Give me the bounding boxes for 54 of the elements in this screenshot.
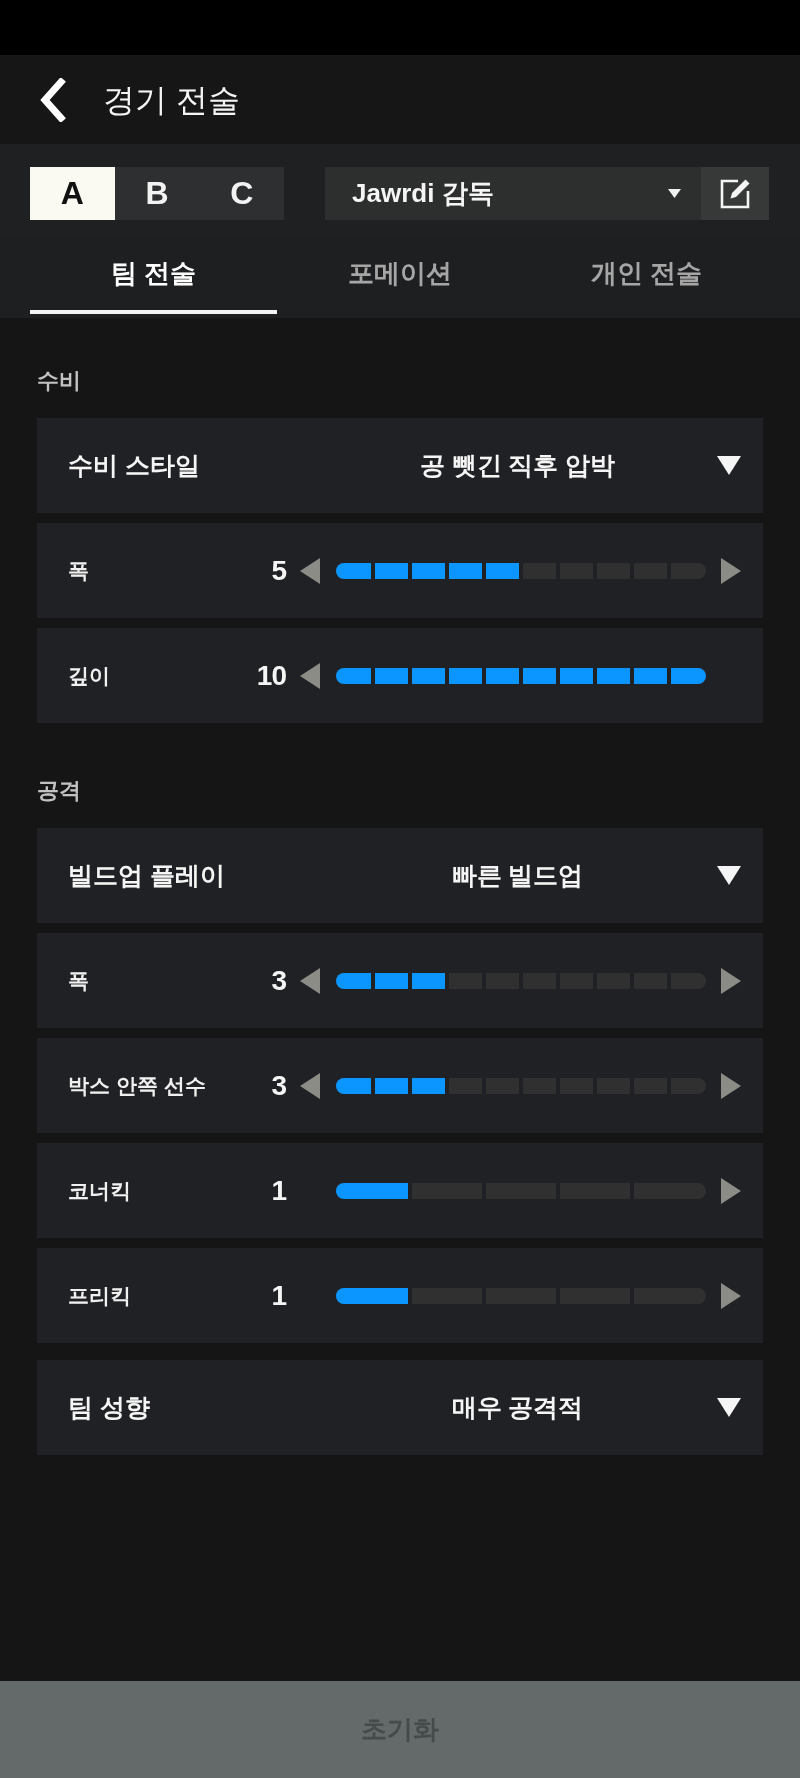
tab[interactable]: 팀 전술 xyxy=(30,237,277,314)
setting-dropdown[interactable]: 빠른 빌드업 xyxy=(318,845,741,906)
tab[interactable]: 개인 전술 xyxy=(523,237,770,314)
right-triangle-icon xyxy=(721,557,741,584)
setting-label: 폭 xyxy=(68,557,90,584)
preset-tab[interactable]: B xyxy=(114,167,200,220)
setting-label: 폭 xyxy=(68,967,90,994)
increase-button[interactable] xyxy=(721,967,741,994)
dropdown-triangle-icon xyxy=(717,456,741,475)
right-triangle-icon xyxy=(721,967,741,994)
increase-button[interactable] xyxy=(721,557,741,584)
slider-value: 1 xyxy=(271,1279,286,1312)
slider-value: 10 xyxy=(256,659,286,692)
setting-label: 빌드업 플레이 xyxy=(68,860,226,891)
edit-icon xyxy=(718,177,752,210)
increase-button[interactable] xyxy=(721,1282,741,1309)
back-chevron-icon xyxy=(38,77,66,122)
setting-dropdown[interactable]: 공 뺏긴 직후 압박 xyxy=(318,435,741,496)
preset-tab[interactable]: C xyxy=(199,167,284,220)
page-title: 경기 전술 xyxy=(103,80,240,120)
left-triangle-icon xyxy=(300,557,320,584)
edit-button[interactable] xyxy=(701,167,769,220)
dropdown-triangle-icon xyxy=(717,866,741,885)
increase-button[interactable] xyxy=(721,1177,741,1204)
setting-label: 프리킥 xyxy=(68,1282,132,1309)
setting-label: 깊이 xyxy=(68,662,111,689)
decrease-button[interactable] xyxy=(300,662,320,689)
left-triangle-icon xyxy=(300,662,320,689)
decrease-button[interactable] xyxy=(300,967,320,994)
tab[interactable]: 포메이션 xyxy=(276,237,524,314)
slider-value: 1 xyxy=(271,1174,286,1207)
back-button[interactable] xyxy=(38,77,66,122)
increase-button[interactable] xyxy=(721,1072,741,1099)
caret-icon xyxy=(668,189,681,198)
decrease-button[interactable] xyxy=(300,1072,320,1099)
manager-dropdown[interactable]: Jawrdi 감독 xyxy=(325,167,701,220)
slider-value: 5 xyxy=(271,554,286,587)
slider-value: 3 xyxy=(271,1069,286,1102)
left-triangle-icon xyxy=(300,1072,320,1099)
setting-label: 수비 스타일 xyxy=(68,450,201,481)
right-triangle-icon xyxy=(721,1177,741,1204)
dropdown-triangle-icon xyxy=(717,1398,741,1417)
preset-tab[interactable]: A xyxy=(30,167,115,220)
setting-label: 박스 안쪽 선수 xyxy=(68,1072,207,1099)
setting-label: 팀 성향 xyxy=(68,1392,151,1423)
slider-value: 3 xyxy=(271,964,286,997)
right-triangle-icon xyxy=(721,1072,741,1099)
setting-dropdown[interactable]: 매우 공격적 xyxy=(318,1377,741,1438)
section-title: 공격 xyxy=(37,778,82,804)
setting-label: 코너킥 xyxy=(68,1177,132,1204)
right-triangle-icon xyxy=(721,1282,741,1309)
decrease-button[interactable] xyxy=(300,557,320,584)
left-triangle-icon xyxy=(300,967,320,994)
section-title: 수비 xyxy=(37,368,82,394)
